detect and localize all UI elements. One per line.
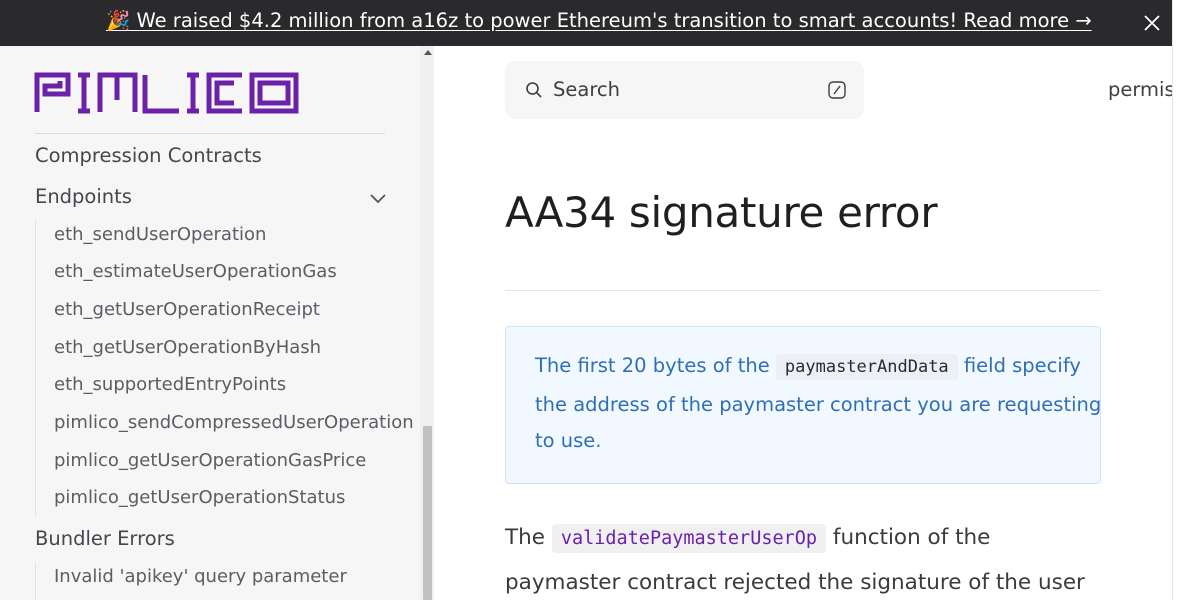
slash-key-icon <box>828 81 846 99</box>
body-text: function of the <box>832 525 991 550</box>
announcement-banner: 🎉 We raised $4.2 million from a16z to po… <box>0 0 1172 46</box>
sidebar-item-invalid-apikey[interactable]: Invalid 'apikey' query parameter <box>54 566 347 587</box>
announcement-link[interactable]: 🎉 We raised $4.2 million from a16z to po… <box>106 9 1092 32</box>
sidebar: Compression Contracts Endpoints eth_send… <box>0 46 434 600</box>
page-title: AA34 signature error <box>505 188 938 237</box>
sidebar-item-eth-estimateuseroperationgas[interactable]: eth_estimateUserOperationGas <box>54 261 337 282</box>
sidebar-item-eth-senduseroperation[interactable]: eth_sendUserOperation <box>54 224 266 245</box>
sidebar-item-bundler-errors[interactable]: Bundler Errors <box>35 527 175 550</box>
callout-text: The first 20 bytes of the <box>535 354 770 377</box>
callout-text: field specify <box>963 354 1081 377</box>
endpoints-list: eth_sendUserOperation eth_estimateUserOp… <box>35 220 414 516</box>
info-callout: The first 20 bytes of the paymasterAndDa… <box>505 326 1101 484</box>
pimlico-logo[interactable] <box>34 72 299 114</box>
search-placeholder: Search <box>553 78 620 101</box>
sidebar-item-compression-contracts[interactable]: Compression Contracts <box>35 144 262 167</box>
sidebar-item-pimlico-getuseroperationgasprice[interactable]: pimlico_getUserOperationGasPrice <box>54 450 366 471</box>
scroll-up-arrow-icon[interactable] <box>424 50 432 55</box>
search-button[interactable]: Search <box>505 61 864 119</box>
sidebar-item-pimlico-sendcompresseduseroperation[interactable]: pimlico_sendCompressedUserOperation <box>54 412 414 433</box>
search-icon <box>526 82 542 98</box>
inline-code-validatepaymasteruserop: validatePaymasterUserOp <box>551 524 827 553</box>
sidebar-divider <box>35 133 385 134</box>
close-icon[interactable] <box>1142 13 1162 33</box>
sidebar-item-endpoints[interactable]: Endpoints <box>35 185 132 208</box>
callout-line-2: the address of the paymaster contract yo… <box>535 393 1102 416</box>
body-text: The <box>505 525 545 550</box>
body-paragraph-line-2: paymaster contract rejected the signatur… <box>505 570 1085 595</box>
sidebar-item-eth-supportedentrypoints[interactable]: eth_supportedEntryPoints <box>54 374 286 395</box>
sidebar-item-eth-getuseroperationbyhash[interactable]: eth_getUserOperationByHash <box>54 337 321 358</box>
callout-line-1: The first 20 bytes of the paymasterAndDa… <box>535 354 1081 380</box>
inline-code-paymasteranddata: paymasterAndData <box>775 354 958 380</box>
sidebar-item-eth-getuseroperationreceipt[interactable]: eth_getUserOperationReceipt <box>54 299 320 320</box>
chevron-down-icon[interactable] <box>369 193 387 205</box>
page-scrollbar[interactable] <box>1172 0 1186 600</box>
sidebar-scroll-thumb[interactable] <box>423 426 432 600</box>
header-nav-link[interactable]: permis <box>1108 78 1175 101</box>
sidebar-item-pimlico-getuseroperationstatus[interactable]: pimlico_getUserOperationStatus <box>54 487 345 508</box>
title-divider <box>505 290 1101 291</box>
body-paragraph-line-1: The validatePaymasterUserOp function of … <box>505 524 991 553</box>
callout-line-3: to use. <box>535 429 602 452</box>
bundler-errors-list: Invalid 'apikey' query parameter <box>35 562 405 600</box>
